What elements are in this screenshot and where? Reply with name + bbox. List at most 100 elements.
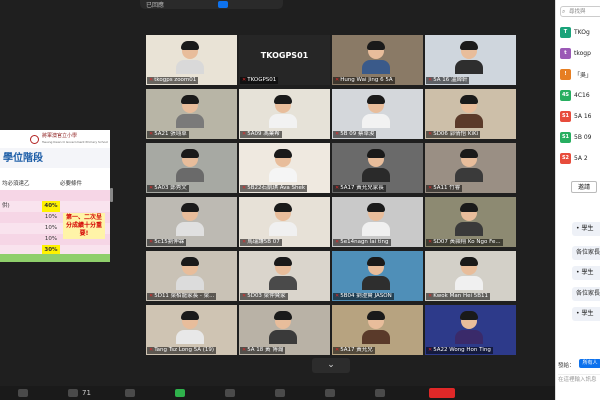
participant-name-label: ✕ 5B04 劉澄賢 JASON: [333, 293, 394, 300]
participant-head: [274, 311, 292, 329]
participant-figure: [176, 203, 204, 236]
chat-channel-item[interactable]: S1 5A 16: [560, 110, 591, 122]
mic-muted-icon: ✕: [428, 347, 433, 353]
participant-tile[interactable]: ✕ 5A21 張翊卓: [146, 89, 237, 139]
slide-cell: 10%: [44, 236, 58, 242]
participant-figure: [176, 41, 204, 74]
chat-channel-item[interactable]: T TKOg: [560, 26, 590, 38]
zoom-meeting-window: 已回應 將軍澳官立小學 Tseung Kwan O Government Pri…: [0, 0, 600, 400]
top-notice-button[interactable]: [218, 1, 228, 8]
participants-icon[interactable]: [68, 389, 78, 397]
mute-icon[interactable]: [18, 389, 28, 397]
participant-name: SD07 黃顥翔 Ko Ngo Fe...: [433, 239, 501, 245]
participant-tile[interactable]: ✕ Tang Tsz Long 5A (19): [146, 305, 237, 355]
participant-name-label: ✕ SD06 郭倩怡 KiKi: [426, 131, 481, 138]
reactions-icon[interactable]: [274, 389, 285, 397]
participant-tile[interactable]: ✕ 5A 18 黃 博瀚: [239, 305, 330, 355]
participant-tile[interactable]: ✕ 5B04 劉澄賢 JASON: [332, 251, 423, 301]
participant-tile[interactable]: ✕ SD06 郭倩怡 KiKi: [425, 89, 516, 139]
participant-tile[interactable]: ✕ 5A 16 溫綽軒: [425, 35, 516, 85]
participant-tile[interactable]: ✕ 5A03 鄭秀文: [146, 143, 237, 193]
participant-body: [362, 114, 390, 128]
participant-head: [460, 41, 478, 59]
participant-body: [455, 222, 483, 236]
leave-button[interactable]: [428, 388, 455, 398]
slide-row: [0, 190, 110, 201]
search-icon: ⌕: [562, 8, 566, 15]
mic-muted-icon: ✕: [335, 185, 340, 191]
mic-muted-icon: ✕: [428, 131, 433, 137]
participant-tile[interactable]: ✕ 5c15劉伸霖: [146, 197, 237, 247]
participant-tile[interactable]: ✕ 5D03 梁仲賢家: [239, 251, 330, 301]
share-screen-icon[interactable]: [174, 389, 185, 397]
chat-search-input[interactable]: ⌕ 尋找與: [560, 6, 600, 17]
channel-avatar: S1: [560, 110, 571, 122]
participant-name-label: ✕ 5A 16 溫綽軒: [426, 77, 470, 84]
chat-icon[interactable]: [124, 389, 135, 397]
apps-icon[interactable]: [324, 389, 335, 397]
participant-tile[interactable]: ✕ 馬瑞謙5B 07: [239, 197, 330, 247]
participant-body: [176, 60, 204, 74]
slide-header: 將軍澳官立小學 Tseung Kwan O Government Primary…: [0, 130, 110, 148]
participant-head: [367, 41, 385, 59]
participant-tile[interactable]: ✕ 5A17 黃允兒: [332, 305, 423, 355]
participant-figure: [269, 257, 297, 290]
participant-tile[interactable]: ✕ 5D11 梁栢龍家長 - 梁...: [146, 251, 237, 301]
send-to-dropdown[interactable]: 所有人: [579, 359, 600, 368]
chat-channel-item[interactable]: 4S 4C16: [560, 89, 590, 101]
participant-name-label: ✕ Kwok Man Hei 5B11: [426, 293, 491, 300]
participant-figure: [455, 41, 483, 74]
participant-tile[interactable]: ✕ 5A11 竹睿: [425, 143, 516, 193]
chat-channel-item[interactable]: t tkogp: [560, 47, 591, 59]
mic-muted-icon: ✕: [335, 239, 340, 245]
participant-tile[interactable]: ✕ SD07 黃顥翔 Ko Ngo Fe...: [425, 197, 516, 247]
chat-channel-item[interactable]: S1 5B 09: [560, 131, 591, 143]
more-icon[interactable]: [374, 389, 385, 397]
participant-body: [176, 114, 204, 128]
channel-label: tkogp: [574, 49, 591, 57]
participant-name-label: ✕ 5A17 黃允兒: [333, 347, 375, 354]
record-icon[interactable]: [224, 389, 235, 397]
participant-tile[interactable]: ✕ Hung Wai Jing 6 5A: [332, 35, 423, 85]
participant-name: TKOGPS01: [247, 77, 277, 83]
participant-figure: [269, 95, 297, 128]
mic-muted-icon: ✕: [335, 347, 340, 353]
channel-label: 4C16: [574, 91, 590, 99]
participant-tile[interactable]: ✕ 5A17 黃允兒家長: [332, 143, 423, 193]
participant-tile[interactable]: TKOGPS01 ✕ TKOGPS01: [239, 35, 330, 85]
participant-tile[interactable]: ✕ 5e14nagn lai ting: [332, 197, 423, 247]
channel-label: 5B 09: [574, 133, 592, 141]
chevron-down-icon: ⌄: [327, 360, 335, 370]
participant-head: [367, 95, 385, 113]
participant-tile[interactable]: ✕ 5A22 Wong Hon Ting: [425, 305, 516, 355]
participant-name: Kwok Man Hei 5B11: [433, 293, 489, 299]
participant-tile[interactable]: ✕ 5B22石凱琪 Ava Shek: [239, 143, 330, 193]
gallery-scroll-down-button[interactable]: ⌄: [312, 358, 350, 373]
slide-cell: 必要條件: [60, 181, 83, 187]
participant-name-label: ✕ 5c15劉伸霖: [147, 239, 187, 246]
view-splitter-handle[interactable]: [110, 188, 113, 202]
participant-name: 5A21 張翊卓: [154, 131, 187, 137]
participant-tile[interactable]: ✕ 5B 09 蔡卓浚: [332, 89, 423, 139]
participant-tile[interactable]: ✕ Kwok Man Hei 5B11: [425, 251, 516, 301]
mic-muted-icon: ✕: [335, 77, 340, 83]
participant-head: [274, 257, 292, 275]
participant-name-label: ✕ 5A21 張翊卓: [147, 131, 189, 138]
invite-button[interactable]: 邀請: [571, 181, 597, 193]
participant-head: [460, 203, 478, 221]
chat-channel-item[interactable]: ! 「吳」: [560, 68, 592, 80]
participant-head: [181, 149, 199, 167]
participant-name: Hung Wai Jing 6 5A: [340, 77, 393, 83]
participant-name-label: ✕ 5A22 Wong Hon Ting: [426, 347, 493, 354]
slide-cell: [60, 201, 110, 212]
participant-figure: [362, 257, 390, 290]
participant-name-label: ✕ Hung Wai Jing 6 5A: [333, 77, 395, 84]
participant-body: [269, 330, 297, 344]
participant-tile[interactable]: ✕ tkogps zoom01: [146, 35, 237, 85]
chat-message-input[interactable]: 在這裡輸入訊息: [558, 374, 600, 385]
participant-head: [460, 95, 478, 113]
mic-muted-icon: ✕: [335, 131, 340, 137]
meeting-toolbar: 71: [0, 386, 555, 400]
chat-channel-item[interactable]: S2 5A 2: [560, 152, 588, 164]
participant-tile[interactable]: ✕ 5A09 馮業希: [239, 89, 330, 139]
